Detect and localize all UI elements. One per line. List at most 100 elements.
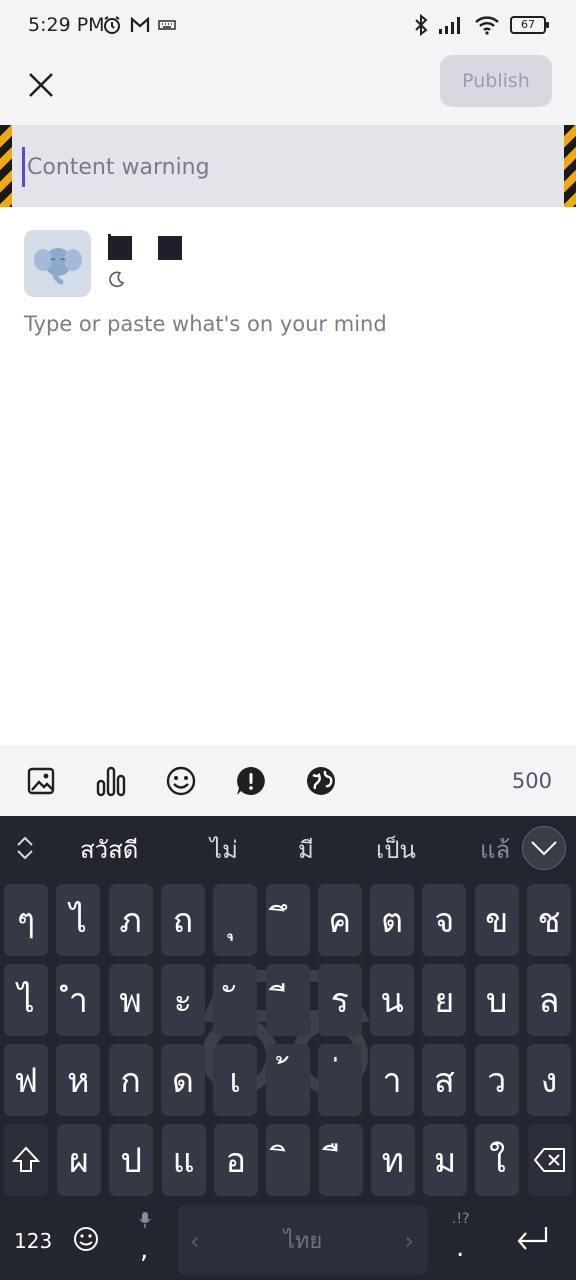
keyboard-key[interactable]: ๆ	[4, 884, 48, 956]
poll-icon	[96, 766, 126, 797]
keyboard-key[interactable]: า	[370, 1044, 415, 1116]
collapse-keyboard-button[interactable]	[522, 826, 566, 870]
keyboard-key[interactable]: บ	[474, 964, 519, 1036]
keyboard-key[interactable]: ไ	[4, 964, 48, 1036]
comma-label: ,	[140, 1235, 149, 1265]
keyboard-key[interactable]: ก	[108, 1044, 153, 1116]
battery-icon: 67	[510, 16, 549, 34]
keyboard-key[interactable]: ิ	[266, 1124, 311, 1196]
alarm-icon	[104, 16, 120, 34]
keyboard-key[interactable]: น	[370, 964, 415, 1036]
add-media-button[interactable]	[23, 763, 59, 799]
keyboard-key[interactable]: ท	[370, 1124, 415, 1196]
numbers-key[interactable]: 123	[14, 1229, 52, 1253]
status-bar: 5:29 PM 67	[0, 0, 576, 52]
space-key[interactable]: ‹ ไทย ›	[178, 1205, 428, 1275]
keyboard-key[interactable]: ย	[422, 964, 467, 1036]
keyboard-key[interactable]: เ	[213, 1044, 258, 1116]
keyboard-key[interactable]: ช	[527, 884, 571, 956]
keyboard-key[interactable]: ถ	[160, 884, 205, 956]
cursor-left-icon: ‹	[190, 1227, 200, 1255]
suggestion-item[interactable]: สวัสดี	[80, 830, 138, 869]
comma-voice-key[interactable]: ,	[128, 1211, 162, 1271]
keyboard-key[interactable]: ำ	[56, 964, 101, 1036]
publish-button[interactable]: Publish	[440, 55, 552, 107]
keyboard-key[interactable]: ง	[527, 1044, 571, 1116]
visibility-button[interactable]	[303, 763, 339, 799]
keyboard-key[interactable]: ภ	[108, 884, 153, 956]
suggestion-item[interactable]: เป็น	[376, 830, 416, 869]
content-warning-icon	[237, 767, 265, 795]
emoji-icon	[166, 766, 196, 796]
keyboard-key[interactable]: ี	[265, 964, 310, 1036]
emoji-icon	[74, 1227, 98, 1251]
keyboard-key[interactable]: ร	[317, 964, 362, 1036]
battery-level: 67	[521, 18, 535, 31]
keyboard-key[interactable]: ใ	[475, 1124, 520, 1196]
content-warning-toggle[interactable]	[233, 763, 269, 799]
keyboard-icon	[158, 20, 176, 30]
display-name-redacted	[108, 236, 182, 260]
chevron-updown-icon	[17, 836, 33, 860]
keyboard-key[interactable]: ห	[56, 1044, 101, 1116]
signal-icon	[439, 17, 460, 34]
emoji-key[interactable]	[72, 1225, 100, 1257]
moon-icon	[109, 271, 125, 288]
keyboard-key[interactable]: ้	[265, 1044, 310, 1116]
soft-keyboard: สวัสดี ไม่ มี เป็น แล้ ๆไภถุึคตจขชไำพะัี…	[0, 816, 576, 1280]
keyboard-key[interactable]: ส	[422, 1044, 467, 1116]
shift-key[interactable]	[4, 1124, 48, 1196]
punctuation-hint: .!?	[452, 1211, 470, 1227]
suggestion-bar: สวัสดี ไม่ มี เป็น แล้	[0, 816, 576, 880]
keyboard-key[interactable]: อ	[213, 1124, 258, 1196]
image-icon	[27, 767, 55, 795]
close-button[interactable]	[18, 62, 64, 108]
keyboard-key[interactable]: ึ	[265, 884, 310, 956]
suggestion-item[interactable]: แล้	[480, 830, 510, 869]
backspace-key[interactable]	[528, 1124, 572, 1196]
keyboard-key[interactable]: ป	[109, 1124, 154, 1196]
keyboard-key[interactable]: ผ	[57, 1124, 101, 1196]
chevron-down-icon	[531, 841, 557, 856]
keyboard-key[interactable]: ื	[318, 1124, 363, 1196]
keyboard-key[interactable]: ะ	[160, 964, 205, 1036]
mastodon-elephant-icon	[33, 247, 82, 284]
add-poll-button[interactable]	[93, 763, 129, 799]
period-key[interactable]: .!? .	[448, 1211, 478, 1271]
enter-icon	[517, 1227, 548, 1250]
handle-area	[108, 270, 126, 292]
keyboard-key[interactable]: ค	[317, 884, 362, 956]
keyboard-key[interactable]: ว	[474, 1044, 519, 1116]
character-counter: 500	[511, 769, 552, 793]
keyboard-key[interactable]: จ	[422, 884, 467, 956]
keyboard-key[interactable]: ต	[370, 884, 415, 956]
enter-key[interactable]	[514, 1225, 550, 1257]
content-warning-bar	[0, 125, 576, 207]
shift-icon	[11, 1146, 41, 1172]
expand-toolbar-button[interactable]	[14, 834, 36, 866]
emoji-button[interactable]	[163, 763, 199, 799]
keyboard-key[interactable]: แ	[161, 1124, 206, 1196]
keyboard-key[interactable]: ั	[213, 964, 258, 1036]
microphone-icon	[139, 1212, 151, 1228]
suggestion-item[interactable]: ไม่	[210, 830, 238, 869]
keyboard-key[interactable]: ข	[474, 884, 519, 956]
period-label: .	[456, 1233, 465, 1263]
keyboard-key[interactable]: ุ	[213, 884, 258, 956]
content-warning-input[interactable]	[22, 147, 542, 187]
keyboard-key[interactable]: ไ	[56, 884, 101, 956]
keyboard-key[interactable]: ล	[527, 964, 571, 1036]
gmail-icon	[130, 17, 150, 32]
keyboard-key[interactable]: ฟ	[4, 1044, 48, 1116]
keyboard-key[interactable]: ม	[423, 1124, 468, 1196]
keyboard-bottom-row: 123 , ‹ ไทย › .!? .	[0, 1201, 576, 1280]
suggestion-item[interactable]: มี	[298, 830, 314, 869]
close-icon	[29, 73, 53, 97]
keyboard-key[interactable]: พ	[108, 964, 153, 1036]
keyboard-key[interactable]: ่	[317, 1044, 362, 1116]
keyboard-key[interactable]: ด	[160, 1044, 205, 1116]
space-language-label: ไทย	[283, 1228, 323, 1254]
wifi-icon	[475, 16, 499, 35]
compose-toolbar: 500	[0, 745, 576, 816]
compose-text-input[interactable]	[24, 312, 552, 732]
